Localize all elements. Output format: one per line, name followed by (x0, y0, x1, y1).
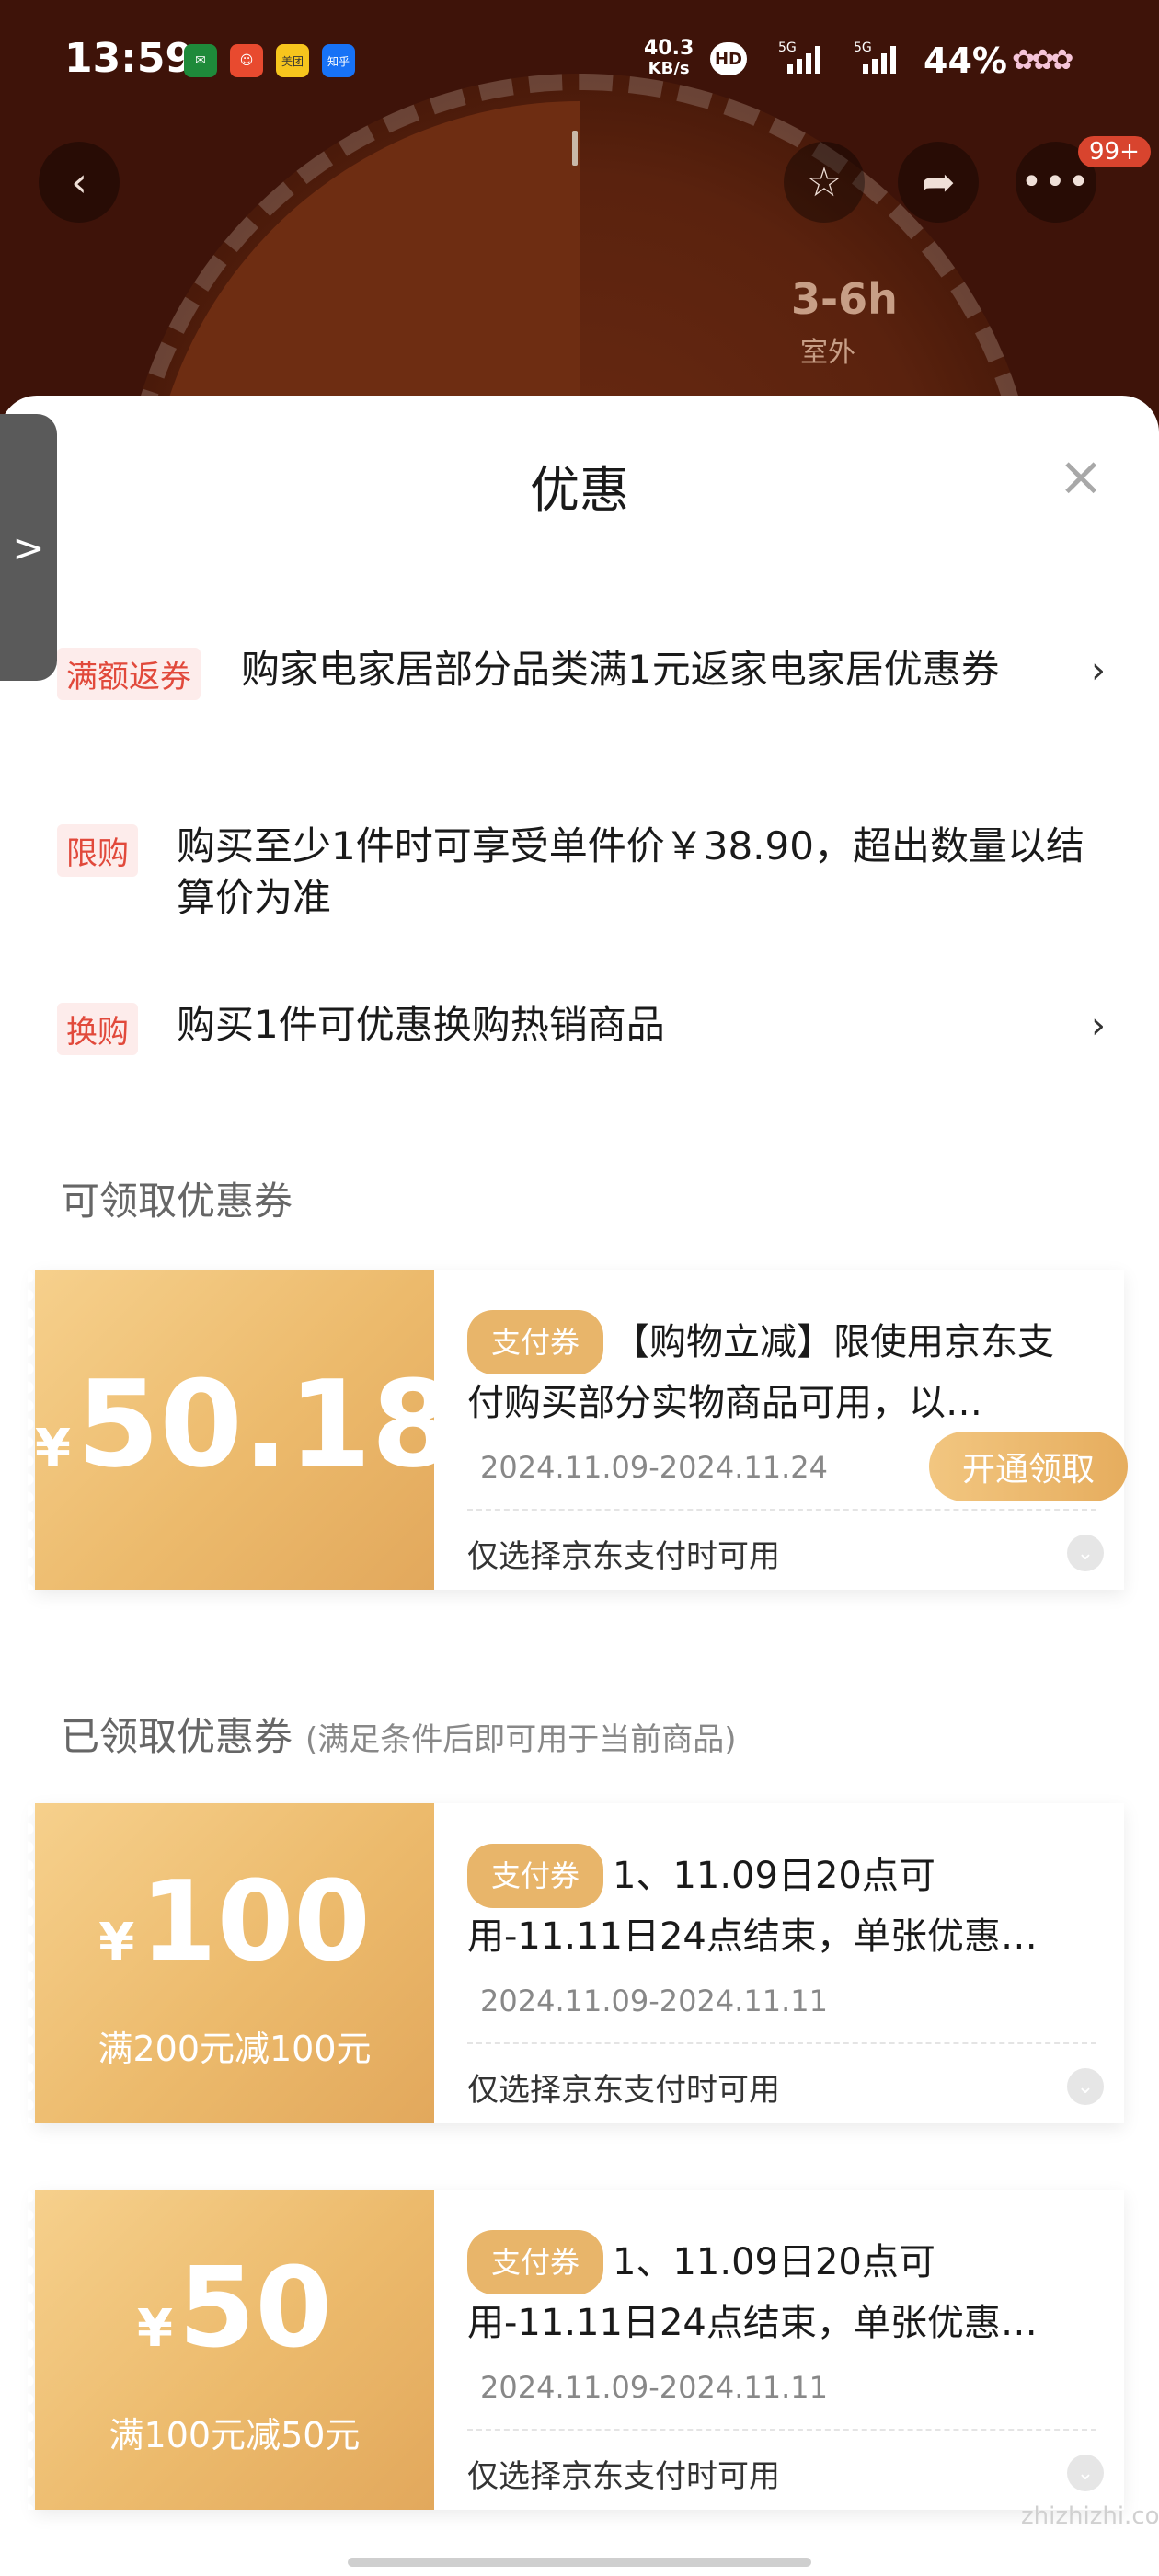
coupon-validity: 2024.11.09-2024.11.24 (480, 1450, 828, 1485)
timer-dial-marker (572, 131, 578, 166)
coupon-description: 支付券 1、11.09日20点可用-11.11日24点结束，单张优惠… (467, 2230, 1074, 2344)
currency-symbol: ¥ (35, 1419, 71, 1478)
promo-tag: 限购 (57, 824, 138, 877)
coupon-validity: 2024.11.09-2024.11.11 (480, 2370, 828, 2405)
post-icon: ✉ (184, 44, 217, 77)
coupon-value: 100 (140, 1858, 371, 1986)
back-button[interactable]: ‹ (39, 142, 120, 223)
coupon-value: 50 (178, 2245, 332, 2373)
received-coupons-title: 已领取优惠券 (满足条件后即可用于当前商品) (61, 1706, 737, 1762)
promo-text: 购买1件可优惠换购热销商品 (177, 1002, 665, 1047)
promo-tag: 换购 (57, 1003, 138, 1055)
sheet-title: 优惠 (530, 461, 629, 519)
divider (467, 2042, 1096, 2044)
coupon-details: 支付券 1、11.09日20点可用-11.11日24点结束，单张优惠… 2024.… (434, 1803, 1124, 2123)
notification-icons: ✉ ☺ 美团 知乎 (184, 44, 355, 77)
signal-bars-2-icon (863, 46, 896, 74)
chevron-right-icon: › (1091, 650, 1106, 692)
coupon-value: 50.18 (75, 1354, 455, 1494)
battery-level: 44% (924, 40, 1007, 81)
zhihu-icon: 知乎 (322, 44, 355, 77)
received-coupons-note: (满足条件后即可用于当前商品) (305, 1721, 737, 1758)
coupon-amount: ¥50 (35, 2245, 434, 2373)
network-speed-unit: KB/s (648, 59, 690, 78)
chevron-right-icon: › (1091, 1005, 1106, 1047)
chevron-down-icon: ⌄ (1076, 2075, 1095, 2099)
star-icon: ☆ (806, 158, 843, 206)
coupon-amount: ¥100 (35, 1858, 434, 1986)
promo-tag: 满额返券 (57, 648, 201, 700)
claim-coupon-button[interactable]: 开通领取 (929, 1432, 1128, 1501)
status-time: 13:59 (64, 35, 194, 82)
clipped-row-fragment: · · (350, 545, 374, 556)
chevron-right-icon: > (12, 524, 45, 570)
message-badge: 99+ (1078, 136, 1151, 167)
promo-text: 购买至少1件时可享受单件价￥38.90，超出数量以结算价为准 (177, 823, 1084, 920)
divider (467, 2429, 1096, 2431)
coupon-threshold: 满100元减50元 (109, 2415, 361, 2455)
watermark: zhizhizhi.com (1021, 2502, 1159, 2530)
coupon-validity: 2024.11.09-2024.11.11 (480, 1984, 828, 2018)
expand-button[interactable]: ⌄ (1067, 2068, 1104, 2105)
promo-row-coupon-return[interactable]: 满额返券 购家电家居部分品类满1元返家电家居优惠券 › (57, 644, 1106, 745)
coupon-card: ¥50 满100元减50元 支付券 1、11.09日20点可用-11.11日24点… (28, 2190, 1124, 2510)
coupon-amount: ¥50.18 (35, 1354, 454, 1494)
chevron-down-icon: ⌄ (1076, 2461, 1095, 2485)
hd-icon: HD (710, 42, 747, 75)
meituan-icon: 美团 (276, 44, 309, 77)
coupon-condition: 仅选择京东支付时可用 (467, 2458, 780, 2495)
coupon-condition: 仅选择京东支付时可用 (467, 1538, 780, 1575)
promo-row-purchase-limit: 限购 购买至少1件时可享受单件价￥38.90，超出数量以结算价为准 (57, 821, 1106, 922)
close-button[interactable]: × (1058, 449, 1104, 504)
side-panel-toggle[interactable]: > (0, 414, 57, 681)
expand-button[interactable]: ⌄ (1067, 2455, 1104, 2491)
promo-text: 购家电家居部分品类满1元返家电家居优惠券 (241, 647, 1000, 692)
more-icon: ••• (1020, 161, 1092, 203)
pay-coupon-tag: 支付券 (467, 2230, 604, 2294)
discount-sheet: 优惠 × · · 满额返券 购家电家居部分品类满1元返家电家居优惠券 › 限购 … (0, 396, 1159, 2576)
available-coupons-title: 可领取优惠券 (61, 1179, 293, 1224)
coupon-threshold: 满200元减100元 (98, 2029, 372, 2069)
home-indicator[interactable] (348, 2558, 811, 2567)
share-icon: ➦ (921, 158, 956, 206)
promo-row-exchange[interactable]: 换购 购买1件可优惠换购热销商品 › (57, 999, 1106, 1055)
coupon-description: 支付券 1、11.09日20点可用-11.11日24点结束，单张优惠… (467, 1844, 1074, 1958)
coupon-details: 支付券 【购物立减】限使用京东支付购买部分实物商品可用，以… 2024.11.09… (434, 1270, 1128, 1590)
network-speed-value: 40.3 (644, 37, 694, 60)
coupon-amount-panel: ¥50.18 (28, 1270, 454, 1590)
timer-duration: 3-6h (791, 274, 898, 324)
timer-location: 室外 (800, 337, 855, 369)
app-icon: ☺ (230, 44, 263, 77)
received-coupons-title-text: 已领取优惠券 (61, 1714, 293, 1759)
share-button[interactable]: ➦ (898, 142, 979, 223)
pay-coupon-tag: 支付券 (467, 1310, 604, 1374)
signal-bars-1-icon (787, 46, 820, 74)
chevron-left-icon: ‹ (71, 158, 87, 206)
coupon-card: ¥50.18 支付券 【购物立减】限使用京东支付购买部分实物商品可用，以… 202… (28, 1270, 1128, 1590)
close-icon: × (1058, 444, 1105, 509)
status-bar: 13:59 ✉ ☺ 美团 知乎 40.3 KB/s HD 5G 5G 44% ✿… (0, 0, 1159, 129)
currency-symbol: ¥ (98, 1913, 135, 1972)
coupon-description: 支付券 【购物立减】限使用京东支付购买部分实物商品可用，以… (467, 1310, 1074, 1424)
coupon-details: 支付券 1、11.09日20点可用-11.11日24点结束，单张优惠… 2024.… (434, 2190, 1124, 2510)
expand-button[interactable]: ⌄ (1067, 1535, 1104, 1571)
network-speed: 40.3 KB/s (644, 39, 694, 79)
pay-coupon-tag: 支付券 (467, 1844, 604, 1908)
coupon-amount-panel: ¥50 满100元减50元 (28, 2190, 434, 2510)
chevron-down-icon: ⌄ (1076, 1541, 1095, 1565)
currency-symbol: ¥ (137, 2299, 173, 2359)
coupon-condition: 仅选择京东支付时可用 (467, 2072, 780, 2109)
divider (467, 1509, 1096, 1511)
flower-icon: ✿✿✿ (1012, 44, 1073, 76)
coupon-amount-panel: ¥100 满200元减100元 (28, 1803, 434, 2123)
coupon-card: ¥100 满200元减100元 支付券 1、11.09日20点可用-11.11日2… (28, 1803, 1124, 2123)
favorite-button[interactable]: ☆ (784, 142, 865, 223)
